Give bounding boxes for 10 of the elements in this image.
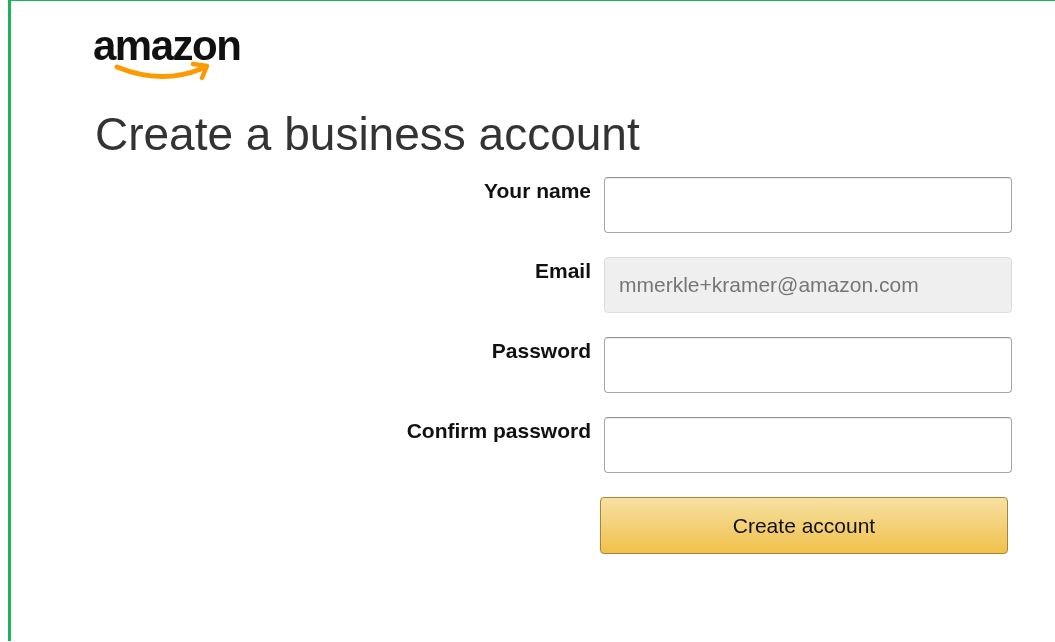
field-label: Email <box>534 258 591 284</box>
field-label: Your name <box>484 178 591 204</box>
input-field[interactable] <box>604 337 1012 393</box>
input-field[interactable] <box>604 417 1012 473</box>
create-account-button[interactable]: Create account <box>600 497 1008 554</box>
field-label: Confirm password <box>406 418 591 444</box>
page-heading: Create a business account <box>95 107 641 161</box>
input-field[interactable] <box>604 177 1012 233</box>
field-label: Password <box>491 338 591 364</box>
logo: amazon <box>93 25 283 81</box>
